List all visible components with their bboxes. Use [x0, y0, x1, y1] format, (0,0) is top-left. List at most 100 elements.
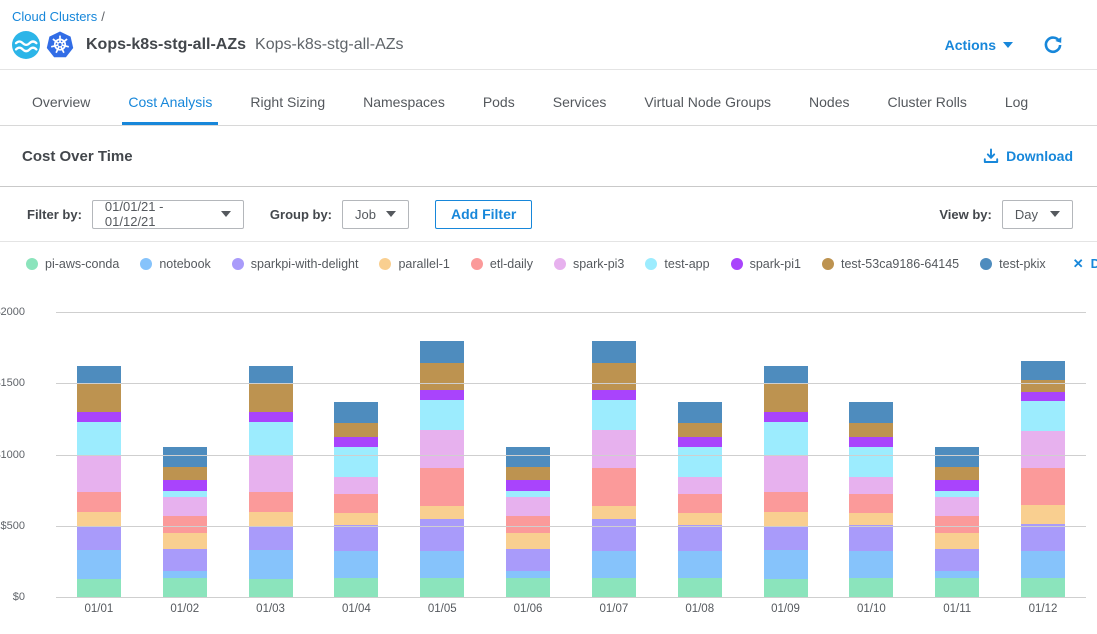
breadcrumb-cloud-clusters-link[interactable]: Cloud Clusters	[12, 9, 97, 24]
bar-segment-etl-daily[interactable]	[764, 492, 808, 511]
bar-segment-pi-aws-conda[interactable]	[764, 579, 808, 597]
legend-item-etl-daily[interactable]: etl-daily	[471, 257, 533, 271]
stacked-bar-01/04[interactable]	[334, 402, 378, 597]
legend-item-test-app[interactable]: test-app	[645, 257, 709, 271]
actions-button[interactable]: Actions	[945, 37, 1013, 53]
stacked-bar-01/07[interactable]	[592, 341, 636, 597]
bar-segment-parallel-1[interactable]	[77, 512, 121, 526]
bar-segment-parallel-1[interactable]	[1021, 505, 1065, 524]
bar-segment-test-pkix[interactable]	[764, 366, 808, 383]
bar-segment-etl-daily[interactable]	[506, 516, 550, 533]
bar-segment-test-53ca9186-64145[interactable]	[420, 363, 464, 389]
bar-segment-test-pkix[interactable]	[678, 402, 722, 423]
bar-segment-etl-daily[interactable]	[678, 494, 722, 513]
bar-segment-etl-daily[interactable]	[77, 492, 121, 511]
bar-segment-etl-daily[interactable]	[935, 516, 979, 533]
stacked-bar-01/01[interactable]	[77, 366, 121, 597]
bar-segment-pi-aws-conda[interactable]	[506, 578, 550, 597]
bar-segment-notebook[interactable]	[935, 571, 979, 578]
bar-segment-spark-pi1[interactable]	[77, 412, 121, 422]
bar-segment-test-pkix[interactable]	[77, 366, 121, 383]
stacked-bar-01/09[interactable]	[764, 366, 808, 597]
bar-segment-test-app[interactable]	[678, 447, 722, 478]
bar-segment-test-53ca9186-64145[interactable]	[935, 467, 979, 481]
bar-segment-sparkpi-with-delight[interactable]	[249, 526, 293, 550]
bar-segment-test-pkix[interactable]	[163, 447, 207, 466]
bar-segment-notebook[interactable]	[764, 550, 808, 579]
bar-segment-notebook[interactable]	[77, 550, 121, 579]
bar-segment-spark-pi3[interactable]	[678, 477, 722, 494]
bar-segment-test-app[interactable]	[77, 422, 121, 455]
bar-segment-notebook[interactable]	[163, 571, 207, 578]
bar-segment-parallel-1[interactable]	[506, 533, 550, 549]
bar-segment-pi-aws-conda[interactable]	[249, 579, 293, 597]
bar-segment-parallel-1[interactable]	[764, 512, 808, 526]
stacked-bar-01/08[interactable]	[678, 402, 722, 597]
date-range-select[interactable]: 01/01/21 - 01/12/21	[92, 200, 244, 229]
bar-segment-spark-pi3[interactable]	[506, 497, 550, 516]
bar-segment-pi-aws-conda[interactable]	[77, 579, 121, 597]
deselect-all-button[interactable]: ✕Deselect All	[1073, 256, 1097, 272]
bar-segment-sparkpi-with-delight[interactable]	[592, 519, 636, 550]
bar-segment-etl-daily[interactable]	[849, 494, 893, 513]
legend-item-test-53ca9186-64145[interactable]: test-53ca9186-64145	[822, 257, 959, 271]
bar-segment-sparkpi-with-delight[interactable]	[764, 526, 808, 550]
bar-segment-spark-pi3[interactable]	[334, 477, 378, 494]
stacked-bar-01/11[interactable]	[935, 447, 979, 597]
bar-segment-test-53ca9186-64145[interactable]	[764, 383, 808, 412]
bar-segment-test-pkix[interactable]	[849, 402, 893, 423]
bar-segment-parallel-1[interactable]	[849, 513, 893, 525]
bar-segment-spark-pi3[interactable]	[592, 430, 636, 468]
bar-segment-test-pkix[interactable]	[249, 366, 293, 383]
bar-segment-etl-daily[interactable]	[249, 492, 293, 511]
bar-segment-pi-aws-conda[interactable]	[163, 578, 207, 597]
view-by-select[interactable]: Day	[1002, 200, 1073, 229]
stacked-bar-01/06[interactable]	[506, 447, 550, 597]
group-by-select[interactable]: Job	[342, 200, 409, 229]
bar-segment-test-app[interactable]	[849, 447, 893, 478]
bar-segment-spark-pi1[interactable]	[849, 437, 893, 447]
bar-segment-test-53ca9186-64145[interactable]	[1021, 380, 1065, 391]
legend-item-parallel-1[interactable]: parallel-1	[379, 257, 449, 271]
tab-overview[interactable]: Overview	[26, 70, 96, 125]
bar-segment-test-53ca9186-64145[interactable]	[249, 383, 293, 412]
bar-segment-etl-daily[interactable]	[592, 468, 636, 506]
legend-item-notebook[interactable]: notebook	[140, 257, 210, 271]
bar-segment-parallel-1[interactable]	[678, 513, 722, 525]
bar-segment-parallel-1[interactable]	[334, 513, 378, 525]
bar-segment-etl-daily[interactable]	[334, 494, 378, 513]
tab-log[interactable]: Log	[999, 70, 1034, 125]
bar-segment-spark-pi3[interactable]	[764, 455, 808, 493]
refresh-button[interactable]	[1043, 35, 1063, 55]
bar-segment-test-pkix[interactable]	[935, 447, 979, 466]
bar-segment-sparkpi-with-delight[interactable]	[163, 549, 207, 572]
bar-segment-spark-pi1[interactable]	[592, 390, 636, 400]
bar-segment-test-53ca9186-64145[interactable]	[678, 423, 722, 437]
bar-segment-test-app[interactable]	[249, 422, 293, 455]
legend-item-test-pkix[interactable]: test-pkix	[980, 257, 1046, 271]
tab-services[interactable]: Services	[547, 70, 613, 125]
legend-item-pi-aws-conda[interactable]: pi-aws-conda	[26, 257, 119, 271]
bar-segment-spark-pi1[interactable]	[678, 437, 722, 447]
bar-segment-test-app[interactable]	[592, 400, 636, 431]
tab-virtual-node-groups[interactable]: Virtual Node Groups	[638, 70, 777, 125]
legend-item-spark-pi3[interactable]: spark-pi3	[554, 257, 624, 271]
stacked-bar-01/05[interactable]	[420, 341, 464, 597]
bar-segment-test-pkix[interactable]	[506, 447, 550, 466]
bar-segment-sparkpi-with-delight[interactable]	[1021, 524, 1065, 551]
bar-segment-pi-aws-conda[interactable]	[1021, 578, 1065, 597]
bar-segment-spark-pi1[interactable]	[935, 480, 979, 491]
bar-segment-etl-daily[interactable]	[1021, 468, 1065, 505]
tab-nodes[interactable]: Nodes	[803, 70, 855, 125]
tab-right-sizing[interactable]: Right Sizing	[244, 70, 331, 125]
bar-segment-spark-pi1[interactable]	[334, 437, 378, 447]
bar-segment-parallel-1[interactable]	[163, 533, 207, 549]
bar-segment-spark-pi1[interactable]	[764, 412, 808, 422]
bar-segment-sparkpi-with-delight[interactable]	[935, 549, 979, 572]
bar-segment-pi-aws-conda[interactable]	[420, 578, 464, 597]
bar-segment-test-53ca9186-64145[interactable]	[163, 467, 207, 481]
bar-segment-test-app[interactable]	[420, 400, 464, 431]
bar-segment-test-pkix[interactable]	[592, 341, 636, 364]
stacked-bar-01/02[interactable]	[163, 447, 207, 597]
legend-item-spark-pi1[interactable]: spark-pi1	[731, 257, 801, 271]
